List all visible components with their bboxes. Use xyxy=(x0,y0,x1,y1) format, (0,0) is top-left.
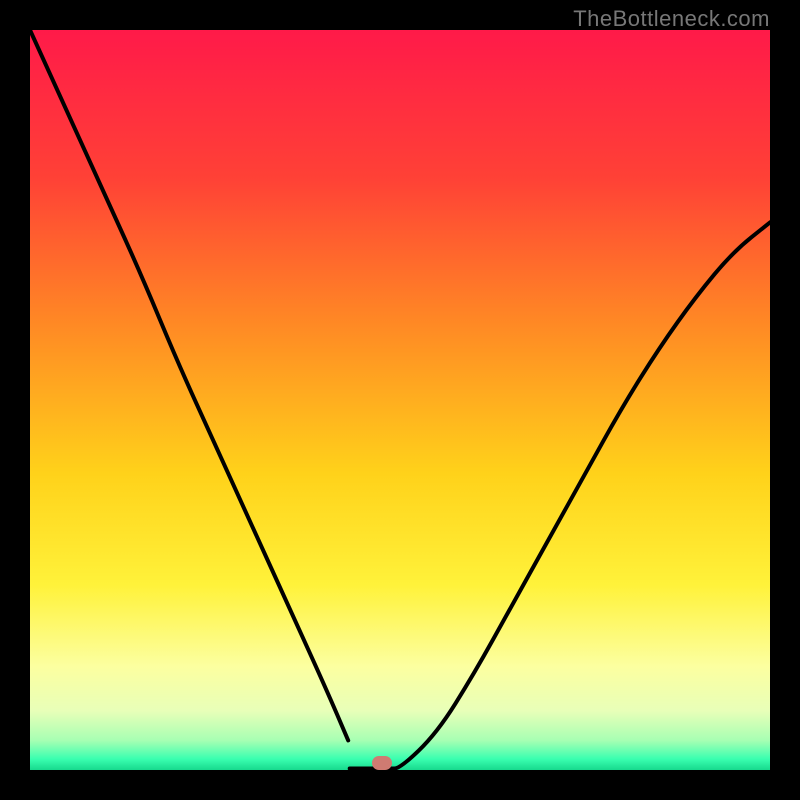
bottleneck-curve xyxy=(30,30,770,770)
watermark-text: TheBottleneck.com xyxy=(573,6,770,32)
optimal-point-marker xyxy=(372,756,392,770)
plot-area xyxy=(30,30,770,770)
chart-frame: TheBottleneck.com xyxy=(0,0,800,800)
